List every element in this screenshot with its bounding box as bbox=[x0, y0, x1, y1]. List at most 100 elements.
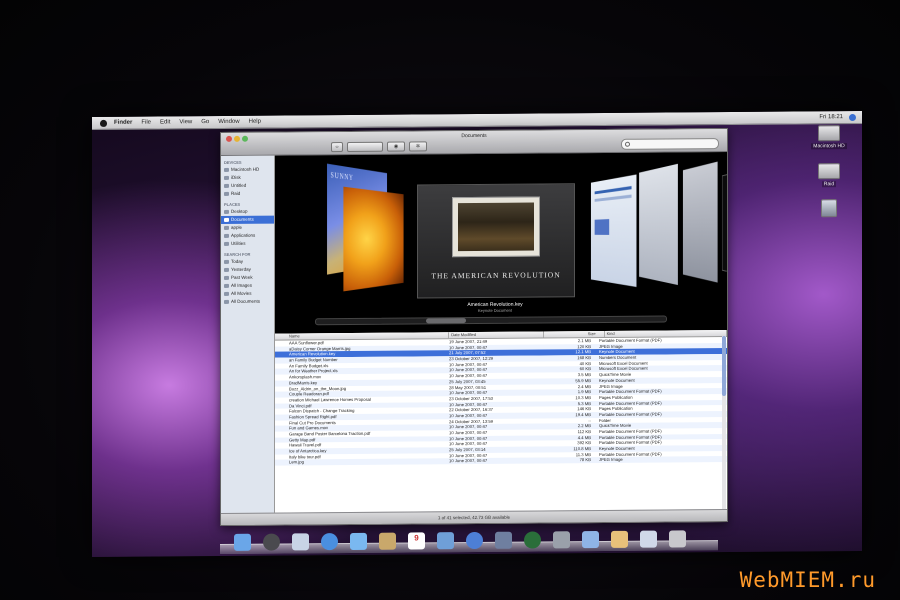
column-header-kind[interactable]: Kind bbox=[604, 330, 727, 337]
cover-caption: American Revolution.key Keynote Document bbox=[435, 301, 555, 313]
safari-icon[interactable] bbox=[321, 533, 338, 551]
scrollbar-knob[interactable] bbox=[722, 336, 726, 397]
desktop-icon bbox=[224, 209, 229, 214]
kind-cell: JPEG Image bbox=[599, 457, 623, 463]
status-bar: 1 of 41 selected, 42.73 GB available bbox=[221, 509, 727, 525]
trash-icon[interactable] bbox=[669, 530, 686, 548]
date-modified-cell: 10 June 2007, 00:47 bbox=[449, 458, 488, 464]
clock-icon bbox=[224, 275, 229, 280]
document-map-thumbnail bbox=[594, 219, 610, 235]
utilities-icon bbox=[224, 241, 229, 246]
folder-icon[interactable] bbox=[582, 531, 599, 549]
cover-sunflower-image[interactable] bbox=[343, 186, 404, 292]
sidebar-item-label: Yesterday bbox=[231, 266, 251, 272]
preview-icon[interactable] bbox=[437, 532, 454, 550]
spotlight-icon[interactable] bbox=[849, 113, 856, 121]
cover-caption-kind: Keynote Document bbox=[477, 307, 513, 313]
menu-finder[interactable]: Finder bbox=[114, 120, 132, 126]
cover-document[interactable] bbox=[682, 161, 718, 283]
desktop-icon-disk-image[interactable] bbox=[809, 199, 849, 219]
desktop-icon-label: Raid bbox=[821, 181, 837, 188]
downloads-stack-icon[interactable] bbox=[640, 530, 657, 548]
menu-window[interactable]: Window bbox=[218, 119, 239, 125]
column-header-date[interactable]: Date Modified bbox=[449, 331, 544, 339]
painting-thumbnail bbox=[458, 202, 534, 252]
cover-title: SUNNY bbox=[330, 170, 354, 183]
projected-screen: Finder File Edit View Go Window Help Fri… bbox=[92, 110, 862, 558]
quick-look-button[interactable]: ◉ bbox=[387, 141, 405, 152]
clock-icon bbox=[224, 259, 229, 264]
mail-icon[interactable] bbox=[292, 533, 309, 551]
sidebar-item-label: Raid bbox=[231, 190, 241, 196]
documents-stack-icon[interactable] bbox=[611, 530, 628, 548]
sidebar-item-label: Today bbox=[231, 258, 244, 264]
sidebar-item-label: Applications bbox=[231, 232, 256, 238]
hard-drive-icon bbox=[818, 125, 840, 142]
sidebar-item-label: All Movies bbox=[231, 290, 252, 296]
apple-menu-icon[interactable] bbox=[100, 119, 107, 127]
desktop-icon-macintosh-hd[interactable]: Macintosh HD bbox=[809, 125, 849, 150]
column-header-size[interactable]: Size bbox=[543, 330, 605, 338]
sidebar-header-devices: DEVICES bbox=[224, 159, 242, 165]
address-book-icon[interactable] bbox=[379, 532, 396, 550]
cover-slide-title: THE AMERICAN REVOLUTION bbox=[431, 270, 561, 281]
hard-drive-icon bbox=[224, 191, 229, 196]
sidebar-item-label: All Documents bbox=[231, 298, 261, 304]
cover-hawaii-document[interactable] bbox=[590, 174, 637, 287]
dock: 9 bbox=[220, 526, 718, 554]
sidebar: DEVICES Macintosh HD iDisk Untitled Raid… bbox=[221, 155, 275, 513]
search-input[interactable] bbox=[621, 138, 719, 150]
cover-painting-frame bbox=[452, 196, 540, 258]
menu-edit[interactable]: Edit bbox=[160, 119, 170, 125]
disk-image-icon bbox=[821, 199, 837, 218]
system-preferences-icon[interactable] bbox=[553, 531, 570, 549]
sidebar-item-raid[interactable]: Raid bbox=[221, 190, 274, 198]
menubar-clock[interactable]: Fri 18:21 bbox=[819, 114, 843, 120]
list-scrollbar[interactable] bbox=[722, 336, 726, 510]
document-line bbox=[594, 194, 632, 202]
time-machine-icon[interactable] bbox=[524, 531, 541, 549]
sidebar-item-utilities[interactable]: Utilities bbox=[221, 240, 274, 248]
desktop-icon-raid[interactable]: Raid bbox=[809, 163, 849, 188]
photo-background: Finder File Edit View Go Window Help Fri… bbox=[0, 0, 900, 600]
ical-icon[interactable]: 9 bbox=[408, 532, 425, 550]
smart-folder-icon bbox=[224, 283, 229, 288]
cover-document[interactable] bbox=[639, 163, 678, 286]
sidebar-item-all-documents[interactable]: All Documents bbox=[221, 298, 274, 306]
applications-icon bbox=[224, 233, 229, 238]
smart-folder-icon bbox=[224, 291, 229, 296]
cover-dark-document[interactable] bbox=[722, 167, 727, 278]
view-mode-selector[interactable] bbox=[347, 141, 383, 152]
menu-help[interactable]: Help bbox=[249, 119, 261, 125]
file-list: Name Date Modified Size Kind AAA Sunflow… bbox=[275, 330, 727, 513]
finder-icon[interactable] bbox=[234, 533, 251, 551]
menu-go[interactable]: Go bbox=[201, 119, 209, 125]
iphoto-icon[interactable] bbox=[495, 531, 512, 549]
scrollbar-knob[interactable] bbox=[426, 318, 466, 324]
document-header-bar bbox=[594, 186, 632, 195]
dashboard-icon[interactable] bbox=[263, 533, 280, 551]
sidebar-item-label: Documents bbox=[231, 216, 254, 222]
hard-drive-icon bbox=[224, 183, 229, 188]
search-icon bbox=[625, 141, 630, 147]
sidebar-item-label: Untitled bbox=[231, 182, 247, 188]
watermark: WebMIEM.ru bbox=[739, 568, 876, 592]
smart-folder-icon bbox=[224, 299, 229, 304]
cover-flow-scrollbar[interactable] bbox=[315, 315, 667, 326]
cover-american-revolution[interactable]: THE AMERICAN REVOLUTION bbox=[417, 183, 575, 299]
toolbar: ‹› ◉ ✲ bbox=[331, 141, 427, 153]
documents-icon bbox=[224, 217, 229, 222]
itunes-icon[interactable] bbox=[466, 531, 483, 550]
file-name-cell: Lem.jpg bbox=[289, 459, 304, 465]
back-forward-button[interactable]: ‹› bbox=[331, 142, 343, 153]
finder-window: Documents ‹› ◉ ✲ DEVICES Macintosh HD iD… bbox=[220, 128, 728, 526]
action-menu-button[interactable]: ✲ bbox=[409, 141, 427, 152]
home-icon bbox=[224, 225, 229, 230]
ical-day-label: 9 bbox=[414, 533, 419, 543]
menu-view[interactable]: View bbox=[179, 119, 192, 125]
menu-file[interactable]: File bbox=[141, 120, 151, 126]
ichat-icon[interactable] bbox=[350, 532, 367, 550]
desktop-icon-label: Macintosh HD bbox=[811, 143, 847, 150]
sidebar-item-label: Desktop bbox=[231, 208, 248, 214]
clock-icon bbox=[224, 267, 229, 272]
